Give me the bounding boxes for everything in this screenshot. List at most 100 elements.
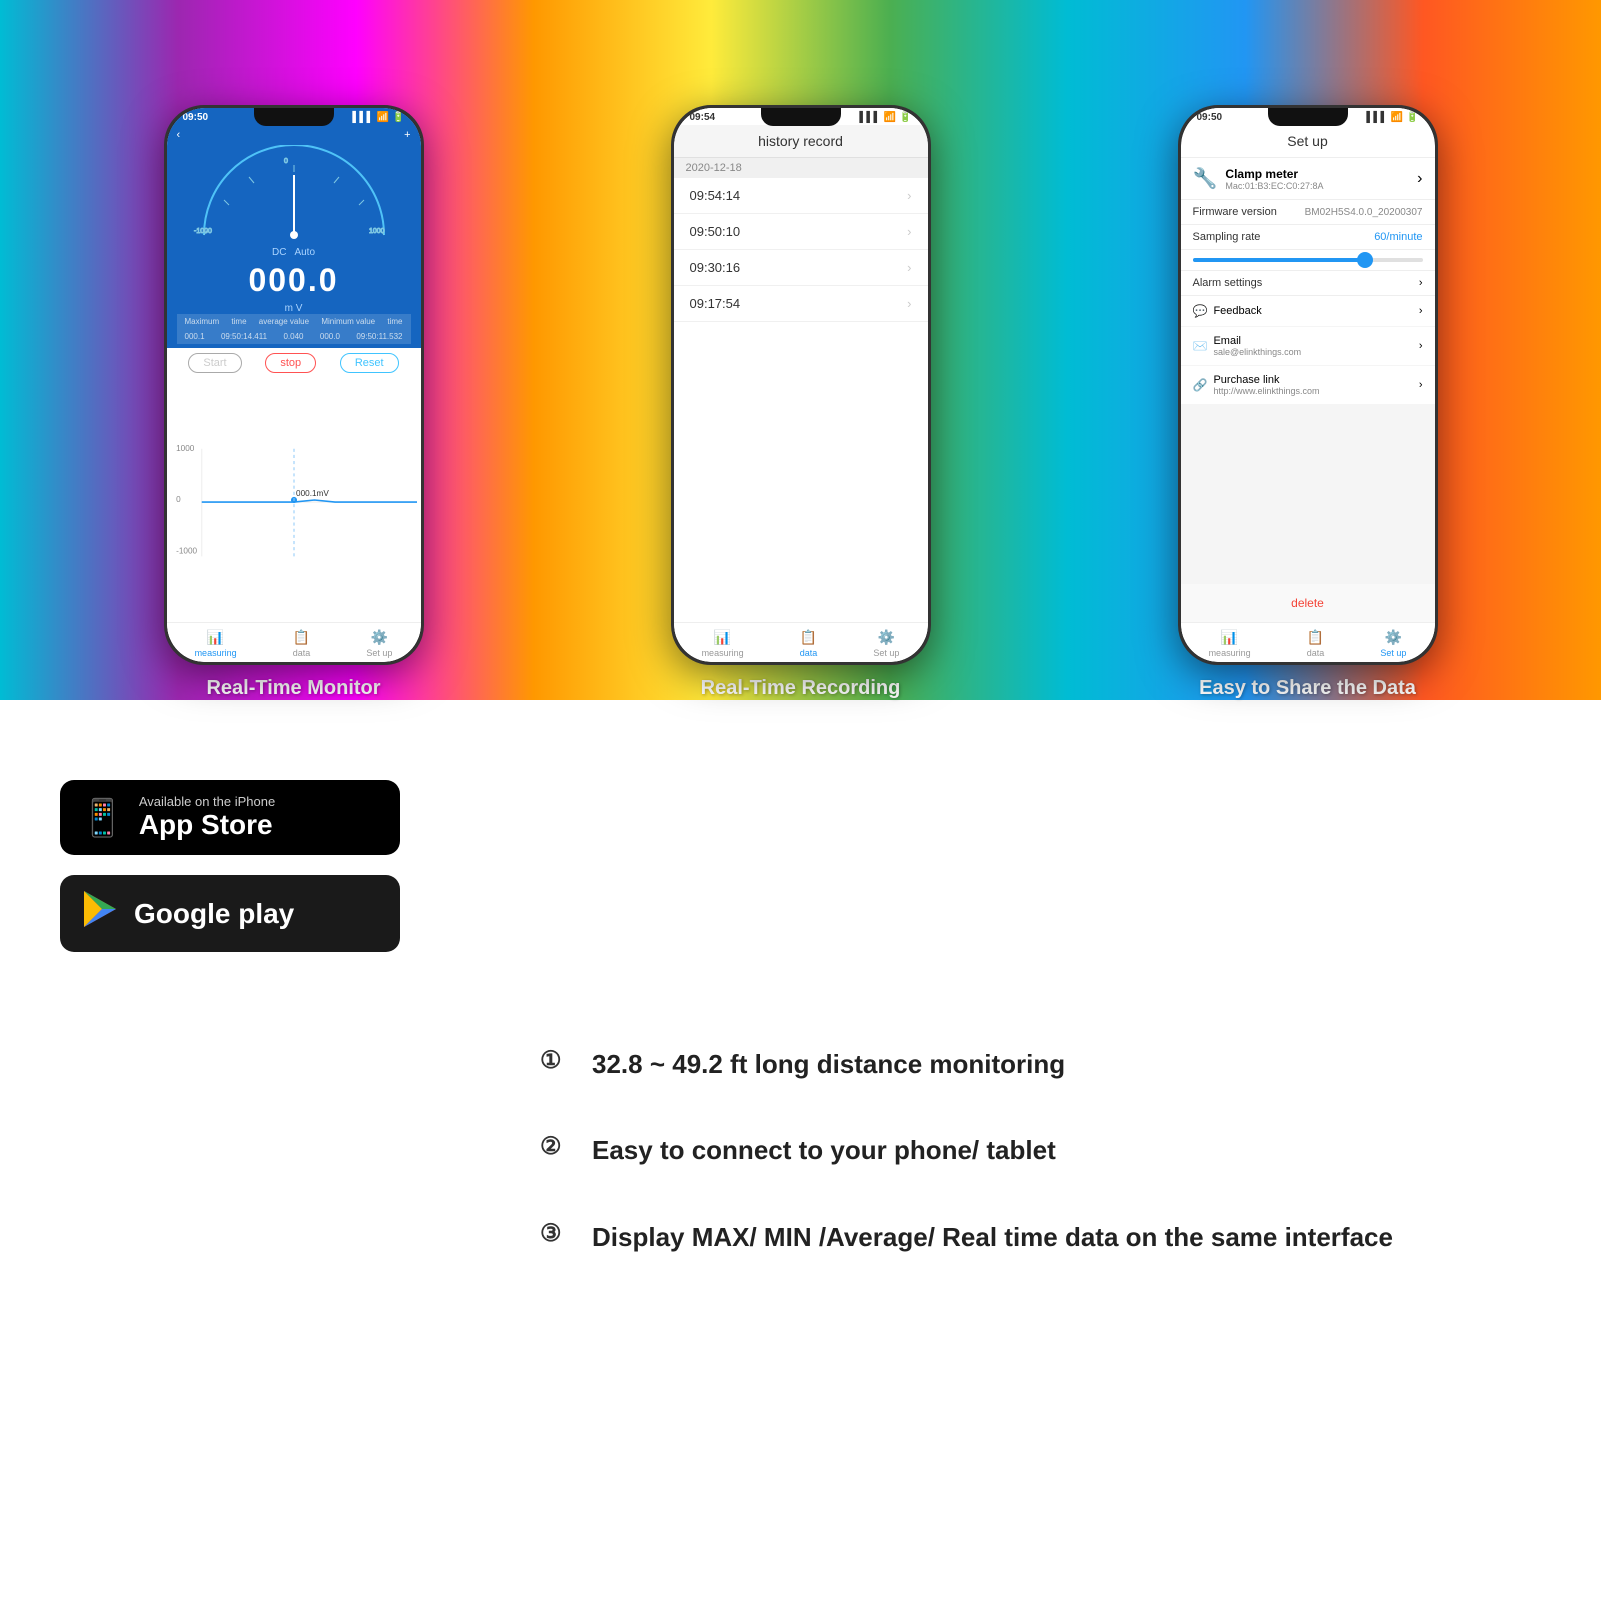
- nav-data[interactable]: 📋 data: [293, 629, 311, 658]
- svg-text:1000: 1000: [176, 444, 195, 453]
- purchase-row[interactable]: 🔗 Purchase link http://www.elinkthings.c…: [1181, 366, 1435, 405]
- nav2-setup[interactable]: ⚙️ Set up: [873, 629, 899, 658]
- data2-icon: 📋: [800, 629, 817, 646]
- phone1: 09:50 ▌▌▌ 📶 🔋 ‹ +: [164, 105, 424, 665]
- phone2-col: 09:54 ▌▌▌ 📶 🔋 history record 2020-12-18 …: [671, 105, 931, 700]
- feature-number-1: ①: [540, 1046, 576, 1075]
- min-val: 000.0: [320, 332, 340, 341]
- nav3-measuring[interactable]: 📊 measuring: [1209, 629, 1251, 658]
- phone3-time: 09:50: [1197, 112, 1223, 123]
- phone2: 09:54 ▌▌▌ 📶 🔋 history record 2020-12-18 …: [671, 105, 931, 665]
- app-store-text: Available on the iPhone App Store: [139, 794, 275, 841]
- feedback-row[interactable]: 💬 Feedback ›: [1181, 296, 1435, 327]
- nav2-measuring[interactable]: 📊 measuring: [702, 629, 744, 658]
- purchase-icon-label: 🔗 Purchase link http://www.elinkthings.c…: [1193, 374, 1320, 396]
- slider-row[interactable]: [1181, 250, 1435, 271]
- setup2-icon: ⚙️: [878, 629, 895, 646]
- google-play-badge[interactable]: Google play: [60, 875, 400, 952]
- google-play-main-text: Google play: [134, 898, 294, 930]
- app-store-badge[interactable]: 📱 Available on the iPhone App Store: [60, 780, 400, 855]
- email-icon-label: ✉️ Email sale@elinkthings.com: [1193, 335, 1302, 357]
- time1-val: 09:50:14.411: [221, 332, 267, 341]
- setup3-label: Set up: [1380, 648, 1406, 658]
- max-val: 000.1: [185, 332, 205, 341]
- phone1-gauge-area: ‹ +: [167, 125, 421, 348]
- setup-label: Set up: [366, 648, 392, 658]
- phone3-screen: 09:50 ▌▌▌ 📶 🔋 Set up 🔧 Clamp meter: [1181, 108, 1435, 662]
- nav3-setup[interactable]: ⚙️ Set up: [1380, 629, 1406, 658]
- battery-icon: 🔋: [392, 112, 404, 123]
- history-item-1[interactable]: 09:54:14 ›: [674, 178, 928, 214]
- data3-label: data: [1307, 648, 1325, 658]
- phone3-col: 09:50 ▌▌▌ 📶 🔋 Set up 🔧 Clamp meter: [1178, 105, 1438, 700]
- record-time-1: 09:54:14: [690, 188, 741, 203]
- purchase-details: Purchase link http://www.elinkthings.com: [1213, 374, 1319, 396]
- phone1-notch: [254, 108, 334, 126]
- svg-text:000.1mV: 000.1mV: [296, 489, 329, 498]
- history-item-3[interactable]: 09:30:16 ›: [674, 250, 928, 286]
- phone2-status-icons: ▌▌▌ 📶 🔋: [859, 112, 911, 123]
- feature-number-2: ②: [540, 1132, 576, 1161]
- top-section: 09:50 ▌▌▌ 📶 🔋 ‹ +: [0, 0, 1601, 700]
- chevron-3: ›: [907, 260, 911, 275]
- purchase-chevron: ›: [1419, 379, 1423, 391]
- phone1-time: 09:50: [183, 112, 209, 123]
- data-icon: 📋: [293, 629, 310, 646]
- wifi2-icon: 📶: [884, 112, 896, 123]
- device-row[interactable]: 🔧 Clamp meter Mac:01:B3:EC:C0:27:8A ›: [1181, 158, 1435, 200]
- phone2-caption: Real-Time Recording: [701, 665, 901, 700]
- reset-button[interactable]: Reset: [340, 353, 399, 373]
- phone1-caption: Real-Time Monitor: [206, 665, 380, 700]
- app-store-top-text: Available on the iPhone: [139, 794, 275, 809]
- google-play-icon: [80, 889, 120, 938]
- sampling-row: Sampling rate 60/minute: [1181, 225, 1435, 250]
- phone3-nav: 📊 measuring 📋 data ⚙️ Set up: [1181, 622, 1435, 662]
- history-item-4[interactable]: 09:17:54 ›: [674, 286, 928, 322]
- phone3-caption: Easy to Share the Data: [1199, 665, 1416, 700]
- stats-values-row: 000.1 09:50:14.411 0.040 000.0 09:50:11.…: [177, 329, 411, 344]
- firmware-row: Firmware version BM02H5S4.0.0_20200307: [1181, 200, 1435, 225]
- delete-row[interactable]: delete: [1181, 584, 1435, 622]
- nav2-data[interactable]: 📋 data: [800, 629, 818, 658]
- phone3-status-icons: ▌▌▌ 📶 🔋: [1366, 112, 1418, 123]
- slider-track: [1193, 258, 1423, 262]
- slider-thumb[interactable]: [1357, 252, 1373, 268]
- data2-label: data: [800, 648, 818, 658]
- chevron-1: ›: [907, 188, 911, 203]
- alarm-row[interactable]: Alarm settings ›: [1181, 271, 1435, 296]
- nav-measuring[interactable]: 📊 measuring: [195, 629, 237, 658]
- svg-text:0: 0: [284, 158, 288, 165]
- battery3-icon: 🔋: [1406, 112, 1418, 123]
- unit-label: m V: [177, 303, 411, 314]
- phone3-notch: [1268, 108, 1348, 126]
- feature-text-3: Display MAX/ MIN /Average/ Real time dat…: [592, 1219, 1393, 1255]
- google-play-text: Google play: [134, 898, 294, 930]
- history-item-2[interactable]: 09:50:10 ›: [674, 214, 928, 250]
- start-button[interactable]: Start: [188, 353, 241, 373]
- avg-val: 0.040: [283, 332, 303, 341]
- feature-item-1: ① 32.8 ~ 49.2 ft long distance monitorin…: [540, 1046, 1541, 1082]
- slider-fill: [1193, 258, 1366, 262]
- stop-button[interactable]: stop: [265, 353, 316, 373]
- svg-text:-1000: -1000: [194, 228, 212, 235]
- setup-icon: ⚙️: [371, 629, 388, 646]
- nav3-data[interactable]: 📋 data: [1307, 629, 1325, 658]
- wifi3-icon: 📶: [1391, 112, 1403, 123]
- time2-label: time: [387, 317, 402, 326]
- email-chevron: ›: [1419, 340, 1423, 352]
- nav-setup[interactable]: ⚙️ Set up: [366, 629, 392, 658]
- back-arrow[interactable]: ‹: [177, 129, 181, 141]
- firmware-label: Firmware version: [1193, 206, 1277, 218]
- feature-text-2: Easy to connect to your phone/ tablet: [592, 1132, 1056, 1168]
- measuring-icon: 📊: [207, 629, 224, 646]
- email-row[interactable]: ✉️ Email sale@elinkthings.com ›: [1181, 327, 1435, 366]
- time2-val: 09:50:11.532: [356, 332, 402, 341]
- purchase-value: http://www.elinkthings.com: [1213, 386, 1319, 396]
- measurement-value: 000.0: [177, 262, 411, 299]
- phone3: 09:50 ▌▌▌ 📶 🔋 Set up 🔧 Clamp meter: [1178, 105, 1438, 665]
- svg-text:1000: 1000: [369, 228, 385, 235]
- plus-icon[interactable]: +: [404, 129, 410, 141]
- purchase-icon: 🔗: [1193, 378, 1208, 392]
- app-store-main-text: App Store: [139, 809, 275, 841]
- alarm-label: Alarm settings: [1193, 277, 1263, 289]
